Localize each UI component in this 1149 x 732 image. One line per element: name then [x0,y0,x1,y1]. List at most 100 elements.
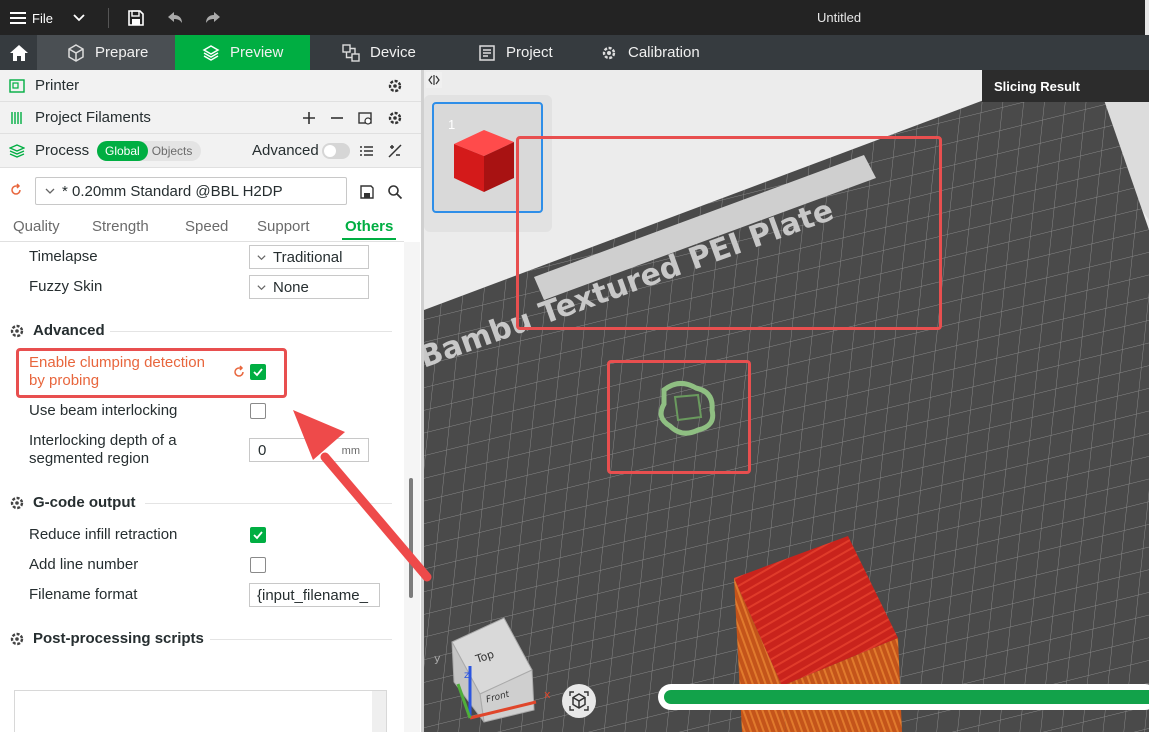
timelapse-label: Timelapse [29,248,98,265]
printer-settings-gear-icon[interactable] [387,78,403,94]
axis-z-label: z [464,670,469,681]
tab-preview-label: Preview [230,44,284,61]
post-processing-group-header: Post-processing scripts [9,630,204,647]
interlocking-depth-value: 0 [258,442,267,459]
gcode-group-title: G-code output [33,494,136,511]
reset-icon[interactable] [9,183,23,197]
interlocking-depth-label-2: segmented region [29,450,150,467]
calibration-gear-icon [602,46,616,59]
top-navigation: Prepare Preview Device Project Calibrati… [0,35,1149,70]
advanced-switch[interactable] [322,143,350,159]
tab-support[interactable]: Support [257,218,310,235]
cube-icon [68,43,84,62]
advanced-label: Advanced [252,142,319,159]
tab-quality[interactable]: Quality [13,218,60,235]
tab-project[interactable]: Project [478,35,553,70]
chevron-down-icon [257,284,266,290]
chevron-down-icon[interactable] [72,10,86,24]
plus-icon[interactable] [301,110,317,126]
fuzzy-skin-label: Fuzzy Skin [29,278,103,295]
group-divider [110,331,392,332]
camera-view-button[interactable] [562,684,596,718]
slicing-result-button[interactable]: Slicing Result [982,70,1149,102]
undo-icon[interactable] [166,9,184,27]
window-edge [1145,0,1149,35]
hamburger-icon [10,12,26,24]
toolbar-divider [108,8,109,28]
save-preset-icon[interactable] [359,184,375,200]
view-cube-icon [569,691,589,711]
tab-speed[interactable]: Speed [185,218,228,235]
minus-icon[interactable] [329,110,345,126]
gear-icon [10,324,24,337]
global-option[interactable]: Global [97,141,148,161]
tab-prepare-label: Prepare [95,44,149,61]
check-icon [253,368,263,377]
filaments-title: Project Filaments [35,109,151,126]
project-icon [479,44,495,61]
preset-name: * 0.20mm Standard @BBL H2DP [62,182,283,200]
reset-icon[interactable] [232,365,246,379]
process-preset-select[interactable]: * 0.20mm Standard @BBL H2DP [35,177,347,205]
file-menu[interactable]: File [10,9,53,27]
home-button[interactable] [0,35,37,70]
list-icon[interactable] [359,143,375,159]
objects-option[interactable]: Objects [148,144,193,158]
printer-icon [9,79,25,93]
redo-icon[interactable] [204,9,222,27]
post-processing-group-title: Post-processing scripts [33,630,204,647]
reduce-infill-label: Reduce infill retraction [29,526,178,543]
process-section[interactable]: Process Global Objects Advanced [0,134,421,168]
gear-icon [10,496,24,509]
timelapse-value: Traditional [273,248,343,266]
gear-icon [10,632,24,645]
tab-calibration-label: Calibration [628,44,700,61]
beam-interlocking-label: Use beam interlocking [29,402,178,419]
tab-project-label: Project [506,44,553,61]
printer-section[interactable]: Printer [0,70,421,102]
filament-settings-gear-icon[interactable] [387,110,403,126]
tab-prepare[interactable]: Prepare [37,35,175,70]
preset-row: * 0.20mm Standard @BBL H2DP [0,172,421,210]
timelapse-select[interactable]: Traditional [249,245,369,269]
search-icon[interactable] [387,184,403,200]
tab-device-label: Device [370,44,416,61]
chevron-down-icon [257,254,266,260]
clumping-detection-checkbox[interactable] [250,364,266,380]
slicing-progress-fill [664,690,1149,704]
tab-calibration[interactable]: Calibration [600,35,700,70]
clumping-detection-label: Enable clumping detection [29,354,205,371]
collapse-panel-button[interactable] [426,72,442,88]
save-icon[interactable] [127,9,145,27]
fuzzy-skin-select[interactable]: None [249,275,369,299]
reduce-infill-checkbox[interactable] [250,527,266,543]
tab-device[interactable]: Device [342,35,416,70]
gcode-group-header: G-code output [9,494,135,511]
layers-icon [202,44,220,61]
chevron-down-icon [45,188,55,194]
compare-icon[interactable] [387,143,403,159]
device-icon [342,43,360,62]
beam-interlocking-checkbox[interactable] [250,403,266,419]
filaments-section[interactable]: Project Filaments [0,102,421,134]
axis-y-label: y [434,652,441,665]
clumping-detection-label-2: by probing [29,372,100,389]
global-objects-toggle[interactable]: Global Objects [97,141,201,161]
axis-x-label: x [544,688,551,701]
add-line-number-checkbox[interactable] [250,557,266,573]
tab-others[interactable]: Others [345,218,393,235]
process-layers-icon [9,144,25,158]
process-title: Process [35,142,90,159]
slicing-progress-bar [658,684,1149,710]
document-title: Untitled [817,10,862,25]
advanced-group-title: Advanced [33,322,105,339]
tab-preview[interactable]: Preview [175,35,310,70]
settings-tabs: Quality Strength Speed Support Others [0,210,421,242]
check-icon [253,531,263,540]
add-line-number-label: Add line number [29,556,139,573]
post-processing-scripts-textarea[interactable] [14,690,387,732]
textarea-scrollbar[interactable] [372,691,386,732]
filament-sync-icon[interactable] [357,110,373,126]
annotation-arrow [293,410,432,582]
tab-strength[interactable]: Strength [92,218,149,235]
